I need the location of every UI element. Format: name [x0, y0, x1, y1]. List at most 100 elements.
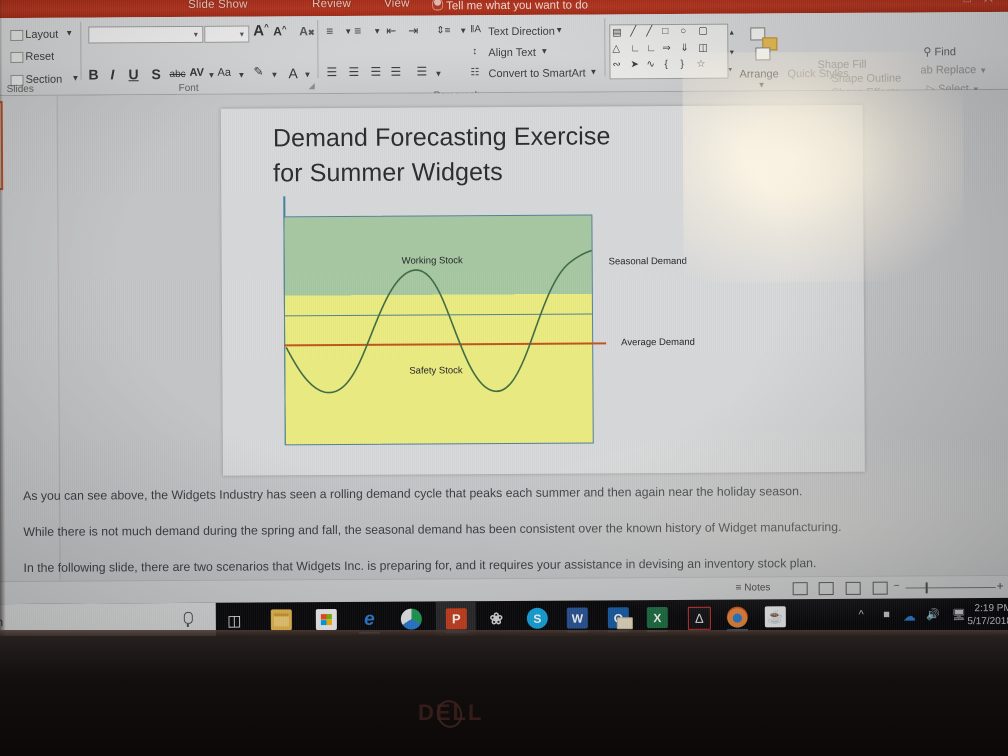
- font-color-button[interactable]: A: [288, 65, 297, 81]
- zoom-in-button[interactable]: +: [997, 579, 1004, 593]
- word-icon[interactable]: W: [566, 607, 588, 629]
- edge-icon[interactable]: e: [359, 609, 380, 630]
- shape-fill-button[interactable]: Shape Fill: [817, 59, 866, 71]
- text-direction-button[interactable]: Text Direction: [488, 26, 555, 38]
- underline-button[interactable]: U: [128, 66, 138, 82]
- align-text-button[interactable]: Align Text: [488, 47, 536, 59]
- left-brace-shape-icon[interactable]: {: [664, 59, 667, 71]
- shadow-button[interactable]: S: [151, 66, 160, 82]
- paint-icon[interactable]: ❀: [486, 608, 507, 629]
- align-right-icon[interactable]: ☰: [370, 65, 381, 79]
- down-arrow-shape-icon[interactable]: ⇓: [680, 43, 688, 55]
- bullets-icon[interactable]: ≡: [326, 24, 333, 38]
- font-size-input[interactable]: ▼: [204, 25, 250, 43]
- elbow-connector-icon[interactable]: ∟: [646, 43, 656, 55]
- firefox-icon[interactable]: [726, 606, 748, 628]
- curve-shape-icon[interactable]: ➤: [630, 59, 638, 71]
- zoom-slider-thumb[interactable]: [925, 582, 928, 594]
- freeform-shape-icon[interactable]: ∿: [646, 59, 654, 71]
- right-arrow-shape-icon[interactable]: ⇒: [662, 43, 670, 55]
- font-dialog-launcher[interactable]: ◢: [309, 81, 315, 90]
- flowchart-shape-icon[interactable]: ◫: [698, 43, 708, 55]
- notes-icon: ≡: [735, 582, 742, 594]
- align-center-icon[interactable]: ☰: [348, 65, 359, 79]
- clock-date: 5/17/2018: [967, 615, 1008, 628]
- justify-icon[interactable]: ☰: [390, 65, 401, 79]
- increase-indent-icon[interactable]: ⇥: [408, 24, 418, 38]
- clear-formatting-button[interactable]: A✖: [299, 24, 314, 38]
- change-case-button[interactable]: Aa: [217, 67, 231, 79]
- show-hidden-icons-chevron-icon[interactable]: ^: [859, 609, 864, 621]
- excel-icon[interactable]: X: [646, 607, 668, 629]
- numbering-icon[interactable]: ≡: [354, 24, 361, 38]
- slide-sorter-view-button[interactable]: [818, 581, 834, 596]
- demand-chart[interactable]: Working Stock Safety Stock Seasonal Dema…: [283, 194, 695, 454]
- window-controls[interactable]: ⎯□✕: [945, 0, 1006, 6]
- decrease-indent-icon[interactable]: ⇤: [386, 24, 396, 38]
- layout-button[interactable]: Layout: [25, 29, 58, 41]
- line-arrow-shape-icon[interactable]: ╱: [646, 26, 652, 38]
- text-highlight-icon[interactable]: ✎: [253, 64, 263, 78]
- normal-view-button[interactable]: [792, 582, 808, 596]
- shapes-scroll-down-icon[interactable]: ▼: [728, 50, 735, 57]
- oval-shape-icon[interactable]: ○: [680, 26, 686, 38]
- line-spacing-icon[interactable]: ⇕≡: [436, 25, 450, 37]
- zoom-out-button[interactable]: −: [894, 581, 900, 592]
- tab-review[interactable]: Review: [312, 0, 351, 10]
- arrange-button[interactable]: Arrange: [739, 68, 778, 80]
- bold-button[interactable]: B: [88, 66, 98, 82]
- right-brace-shape-icon[interactable]: }: [680, 59, 683, 71]
- star-shape-icon[interactable]: ☆: [696, 59, 705, 71]
- java-icon[interactable]: ☕: [764, 606, 786, 628]
- chrome-icon[interactable]: [400, 608, 422, 630]
- legend-seasonal-demand: Seasonal Demand: [608, 255, 687, 268]
- strikethrough-button[interactable]: abc: [169, 69, 185, 80]
- acrobat-reader-icon[interactable]: ∆: [687, 606, 711, 630]
- text-box-shape-icon[interactable]: ▤: [612, 27, 622, 39]
- skype-icon[interactable]: S: [526, 607, 548, 629]
- shapes-scroll-up-icon[interactable]: ▲: [728, 30, 735, 37]
- network-icon[interactable]: 🖥: [952, 608, 966, 621]
- task-view-icon[interactable]: ◫: [224, 610, 245, 631]
- tab-view[interactable]: View: [384, 0, 410, 10]
- onedrive-cloud-icon[interactable]: ☁: [903, 608, 916, 624]
- slide-canvas[interactable]: Demand Forecasting Exercise for Summer W…: [220, 104, 865, 476]
- line-shape-icon[interactable]: ╱: [630, 26, 636, 38]
- zoom-slider-track[interactable]: [905, 587, 996, 589]
- align-left-icon[interactable]: ☰: [326, 65, 337, 79]
- shapes-more-icon[interactable]: ▾: [728, 66, 732, 74]
- working-stock-label: Working Stock: [401, 255, 463, 267]
- scribble-shape-icon[interactable]: ∾: [612, 59, 620, 71]
- rounded-rect-shape-icon[interactable]: ▢: [698, 26, 708, 38]
- convert-to-smartart-button[interactable]: Convert to SmartArt: [488, 67, 585, 80]
- italic-button[interactable]: I: [110, 66, 114, 82]
- reading-view-button[interactable]: [845, 581, 861, 595]
- microsoft-store-icon[interactable]: [315, 609, 337, 631]
- rectangle-shape-icon[interactable]: □: [662, 26, 668, 38]
- volume-icon[interactable]: 🔊: [926, 608, 940, 621]
- tell-me-box[interactable]: Tell me what you want to do: [432, 0, 588, 12]
- font-name-input[interactable]: ▼: [88, 25, 204, 44]
- clock[interactable]: 2:19 PM 5/17/2018: [967, 602, 1008, 628]
- slide-work-area: Demand Forecasting Exercise for Summer W…: [0, 89, 1008, 605]
- find-button[interactable]: ⚲ Find: [923, 45, 956, 58]
- columns-icon[interactable]: ☰: [416, 64, 427, 78]
- numbering-caret-icon: ▼: [373, 26, 382, 36]
- decrease-font-size-button[interactable]: A^: [273, 24, 286, 38]
- increase-font-size-button[interactable]: A^: [253, 22, 269, 39]
- shapes-gallery[interactable]: ▤ ╱ ╱ □ ○ ▢ △ ∟ ∟ ⇒ ⇓ ◫ ∾ ➤ ∿ { } ☆: [609, 23, 729, 80]
- reset-button[interactable]: Reset: [25, 51, 54, 63]
- right-angle-shape-icon[interactable]: ∟: [630, 43, 640, 55]
- slide-show-view-button[interactable]: [872, 581, 888, 595]
- notes-button[interactable]: ≡ Notes: [736, 582, 771, 593]
- shape-outline-button[interactable]: Shape Outline: [832, 73, 902, 85]
- tab-slide-show[interactable]: Slide Show: [188, 0, 248, 11]
- file-explorer-icon[interactable]: [270, 609, 292, 631]
- triangle-shape-icon[interactable]: △: [612, 43, 620, 55]
- slide-title[interactable]: Demand Forecasting Exercise for Summer W…: [273, 118, 793, 190]
- character-spacing-button[interactable]: AV: [189, 67, 204, 79]
- battery-icon[interactable]: ■: [883, 609, 890, 621]
- microphone-icon[interactable]: [183, 611, 193, 624]
- replace-button[interactable]: ab Replace ▼: [920, 64, 987, 76]
- powerpoint-icon[interactable]: P: [445, 608, 467, 630]
